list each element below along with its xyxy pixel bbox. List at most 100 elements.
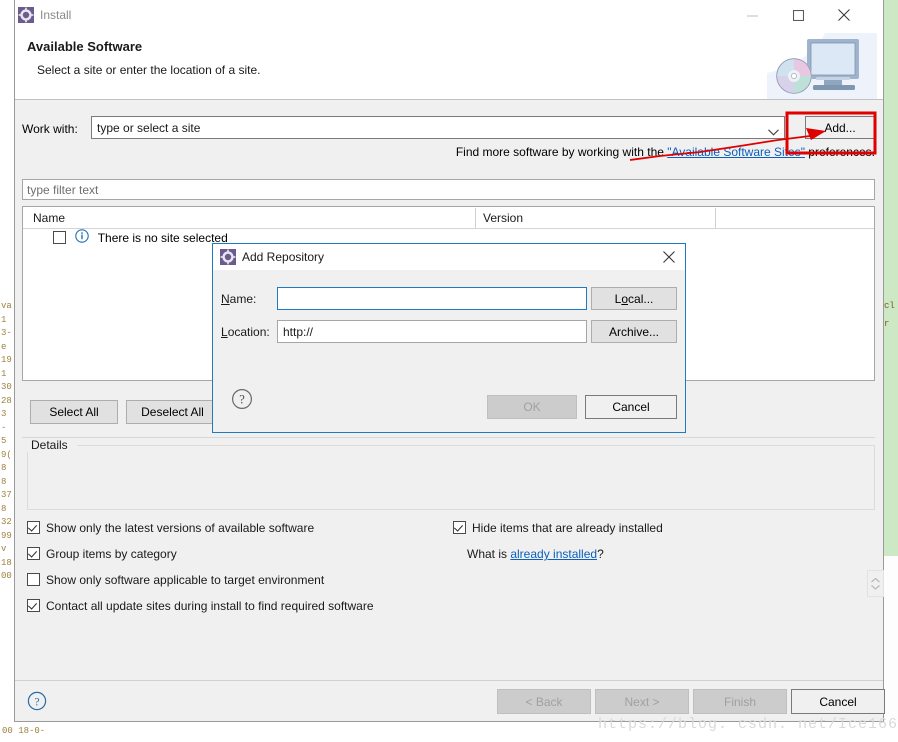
details-spinner[interactable] xyxy=(867,570,884,597)
dialog-title-bar: Add Repository xyxy=(213,244,685,270)
background-gutter-line: 00 xyxy=(1,571,12,581)
option-hide-installed[interactable]: Hide items that are already installed xyxy=(453,520,663,535)
table-row[interactable]: There is no site selected xyxy=(53,229,228,251)
background-bottom-text: 00 18-0- xyxy=(2,726,46,736)
column-divider-2[interactable] xyxy=(715,208,716,228)
ok-button[interactable]: OK xyxy=(487,395,577,419)
watermark: https://blog. csdn. net/Ice166 xyxy=(598,716,898,733)
work-with-combo[interactable]: type or select a site xyxy=(91,116,785,139)
add-repository-dialog: Add Repository Name: Local... Location: … xyxy=(212,243,686,433)
local-button[interactable]: Local... xyxy=(591,287,677,310)
available-software-sites-link[interactable]: "Available Software Sites" xyxy=(667,145,805,159)
location-label: Location: xyxy=(221,325,270,339)
background-gutter-line: 1 xyxy=(1,368,7,379)
work-with-value: type or select a site xyxy=(97,121,201,135)
close-icon[interactable] xyxy=(821,0,867,30)
option-latest-versions-label: Show only the latest versions of availab… xyxy=(46,520,315,535)
maximize-button[interactable] xyxy=(775,0,821,30)
find-more-prefix: Find more software by working with the xyxy=(455,145,668,159)
background-editor-right-lower xyxy=(884,556,898,742)
background-gutter-line: e xyxy=(1,341,7,352)
option-hide-installed-checkbox[interactable] xyxy=(453,521,466,535)
find-more-suffix: preferences. xyxy=(804,145,875,159)
dialog-close-icon[interactable] xyxy=(657,247,681,267)
screen: va 1 3- e 19 1 30 28 3-5 9(8 8 37 8 32 99 v 18 00 cl r 00… xyxy=(0,0,898,742)
what-is-installed-line: What is already installed? xyxy=(467,547,604,561)
what-is-suffix: ? xyxy=(597,547,604,561)
page-title: Available Software xyxy=(27,39,143,54)
svg-text:?: ? xyxy=(239,392,245,406)
background-editor-left: va 1 3- e 19 1 30 28 3-5 9(8 8 37 8 32 99 v 18 00 xyxy=(0,0,14,742)
svg-text:?: ? xyxy=(34,696,39,708)
background-gutter-line: 32 xyxy=(1,517,12,527)
option-target-environment-label: Show only software applicable to target … xyxy=(46,572,325,587)
select-all-button[interactable]: Select All xyxy=(30,400,118,424)
background-gutter-line: v xyxy=(1,544,7,554)
name-field[interactable] xyxy=(277,287,587,310)
next-button[interactable]: Next > xyxy=(595,689,689,714)
column-header-name[interactable]: Name xyxy=(33,211,65,225)
filter-placeholder: type filter text xyxy=(27,183,99,197)
help-icon[interactable]: ? xyxy=(27,691,47,714)
row-checkbox[interactable] xyxy=(53,231,66,244)
chevron-down-icon[interactable] xyxy=(768,125,779,139)
option-contact-all-sites-checkbox[interactable] xyxy=(27,599,40,613)
info-icon xyxy=(75,229,90,246)
find-more-software-line: Find more software by working with the "… xyxy=(15,145,875,159)
background-gutter-line: 8 xyxy=(1,476,7,487)
already-installed-link[interactable]: already installed xyxy=(510,547,597,561)
background-gutter-line: 8 xyxy=(1,463,7,473)
column-divider-1[interactable] xyxy=(475,208,476,228)
add-button[interactable]: Add... xyxy=(805,116,875,139)
details-legend: Details xyxy=(27,438,72,452)
background-gutter-line: 30 xyxy=(1,382,12,392)
option-latest-versions-checkbox[interactable] xyxy=(27,521,40,535)
dialog-cancel-button[interactable]: Cancel xyxy=(585,395,677,419)
background-gutter-line: 1 xyxy=(1,314,7,325)
eclipse-gear-icon xyxy=(18,7,34,23)
location-field[interactable]: http:// xyxy=(277,320,587,343)
background-gutter-line: 3 xyxy=(1,409,7,419)
background-gutter-line: 3- xyxy=(1,328,12,338)
background-gutter-line: - xyxy=(1,422,7,433)
background-gutter-line: 28 xyxy=(1,395,12,406)
eclipse-gear-icon xyxy=(220,249,236,265)
deselect-all-button[interactable]: Deselect All xyxy=(126,400,219,424)
background-gutter-line: 99 xyxy=(1,530,12,541)
option-target-environment-checkbox[interactable] xyxy=(27,573,40,587)
option-hide-installed-label: Hide items that are already installed xyxy=(472,520,663,535)
page-subtitle: Select a site or enter the location of a… xyxy=(37,63,261,77)
option-target-environment[interactable]: Show only software applicable to target … xyxy=(27,572,324,587)
background-gutter-line: va xyxy=(1,301,12,311)
what-is-prefix: What is xyxy=(467,547,511,561)
option-latest-versions[interactable]: Show only the latest versions of availab… xyxy=(27,520,314,535)
option-contact-all-sites-label: Contact all update sites during install … xyxy=(46,598,374,613)
option-group-by-category-checkbox[interactable] xyxy=(27,547,40,561)
archive-button[interactable]: Archive... xyxy=(591,320,677,343)
minimize-button[interactable] xyxy=(729,0,775,30)
wizard-footer: ? < Back Next > Finish Cancel xyxy=(15,680,885,720)
location-field-value: http:// xyxy=(283,325,314,339)
location-label-rest: ocation: xyxy=(227,325,270,339)
filter-input[interactable]: type filter text xyxy=(22,179,875,200)
dialog-title: Add Repository xyxy=(242,250,325,264)
finish-button[interactable]: Finish xyxy=(693,689,787,714)
tree-header: Name Version xyxy=(23,207,874,229)
window-title: Install xyxy=(40,8,72,22)
background-gutter-line: 5 xyxy=(1,436,7,446)
cancel-button[interactable]: Cancel xyxy=(791,689,885,714)
background-gutter-line: 19 xyxy=(1,355,12,365)
background-gutter-line: 9( xyxy=(1,449,12,460)
back-button[interactable]: < Back xyxy=(497,689,591,714)
dialog-help-icon[interactable]: ? xyxy=(231,388,253,413)
name-label: Name: xyxy=(221,292,257,306)
column-header-version[interactable]: Version xyxy=(483,211,523,225)
separator xyxy=(22,437,875,438)
option-group-by-category[interactable]: Group items by category xyxy=(27,546,177,561)
name-label-rest: ame: xyxy=(229,292,257,306)
title-bar: Install xyxy=(15,0,883,31)
option-group-by-category-label: Group items by category xyxy=(46,546,177,561)
row-name: There is no site selected xyxy=(97,230,228,245)
option-contact-all-sites[interactable]: Contact all update sites during install … xyxy=(27,598,374,613)
computer-cd-icon xyxy=(767,33,877,99)
